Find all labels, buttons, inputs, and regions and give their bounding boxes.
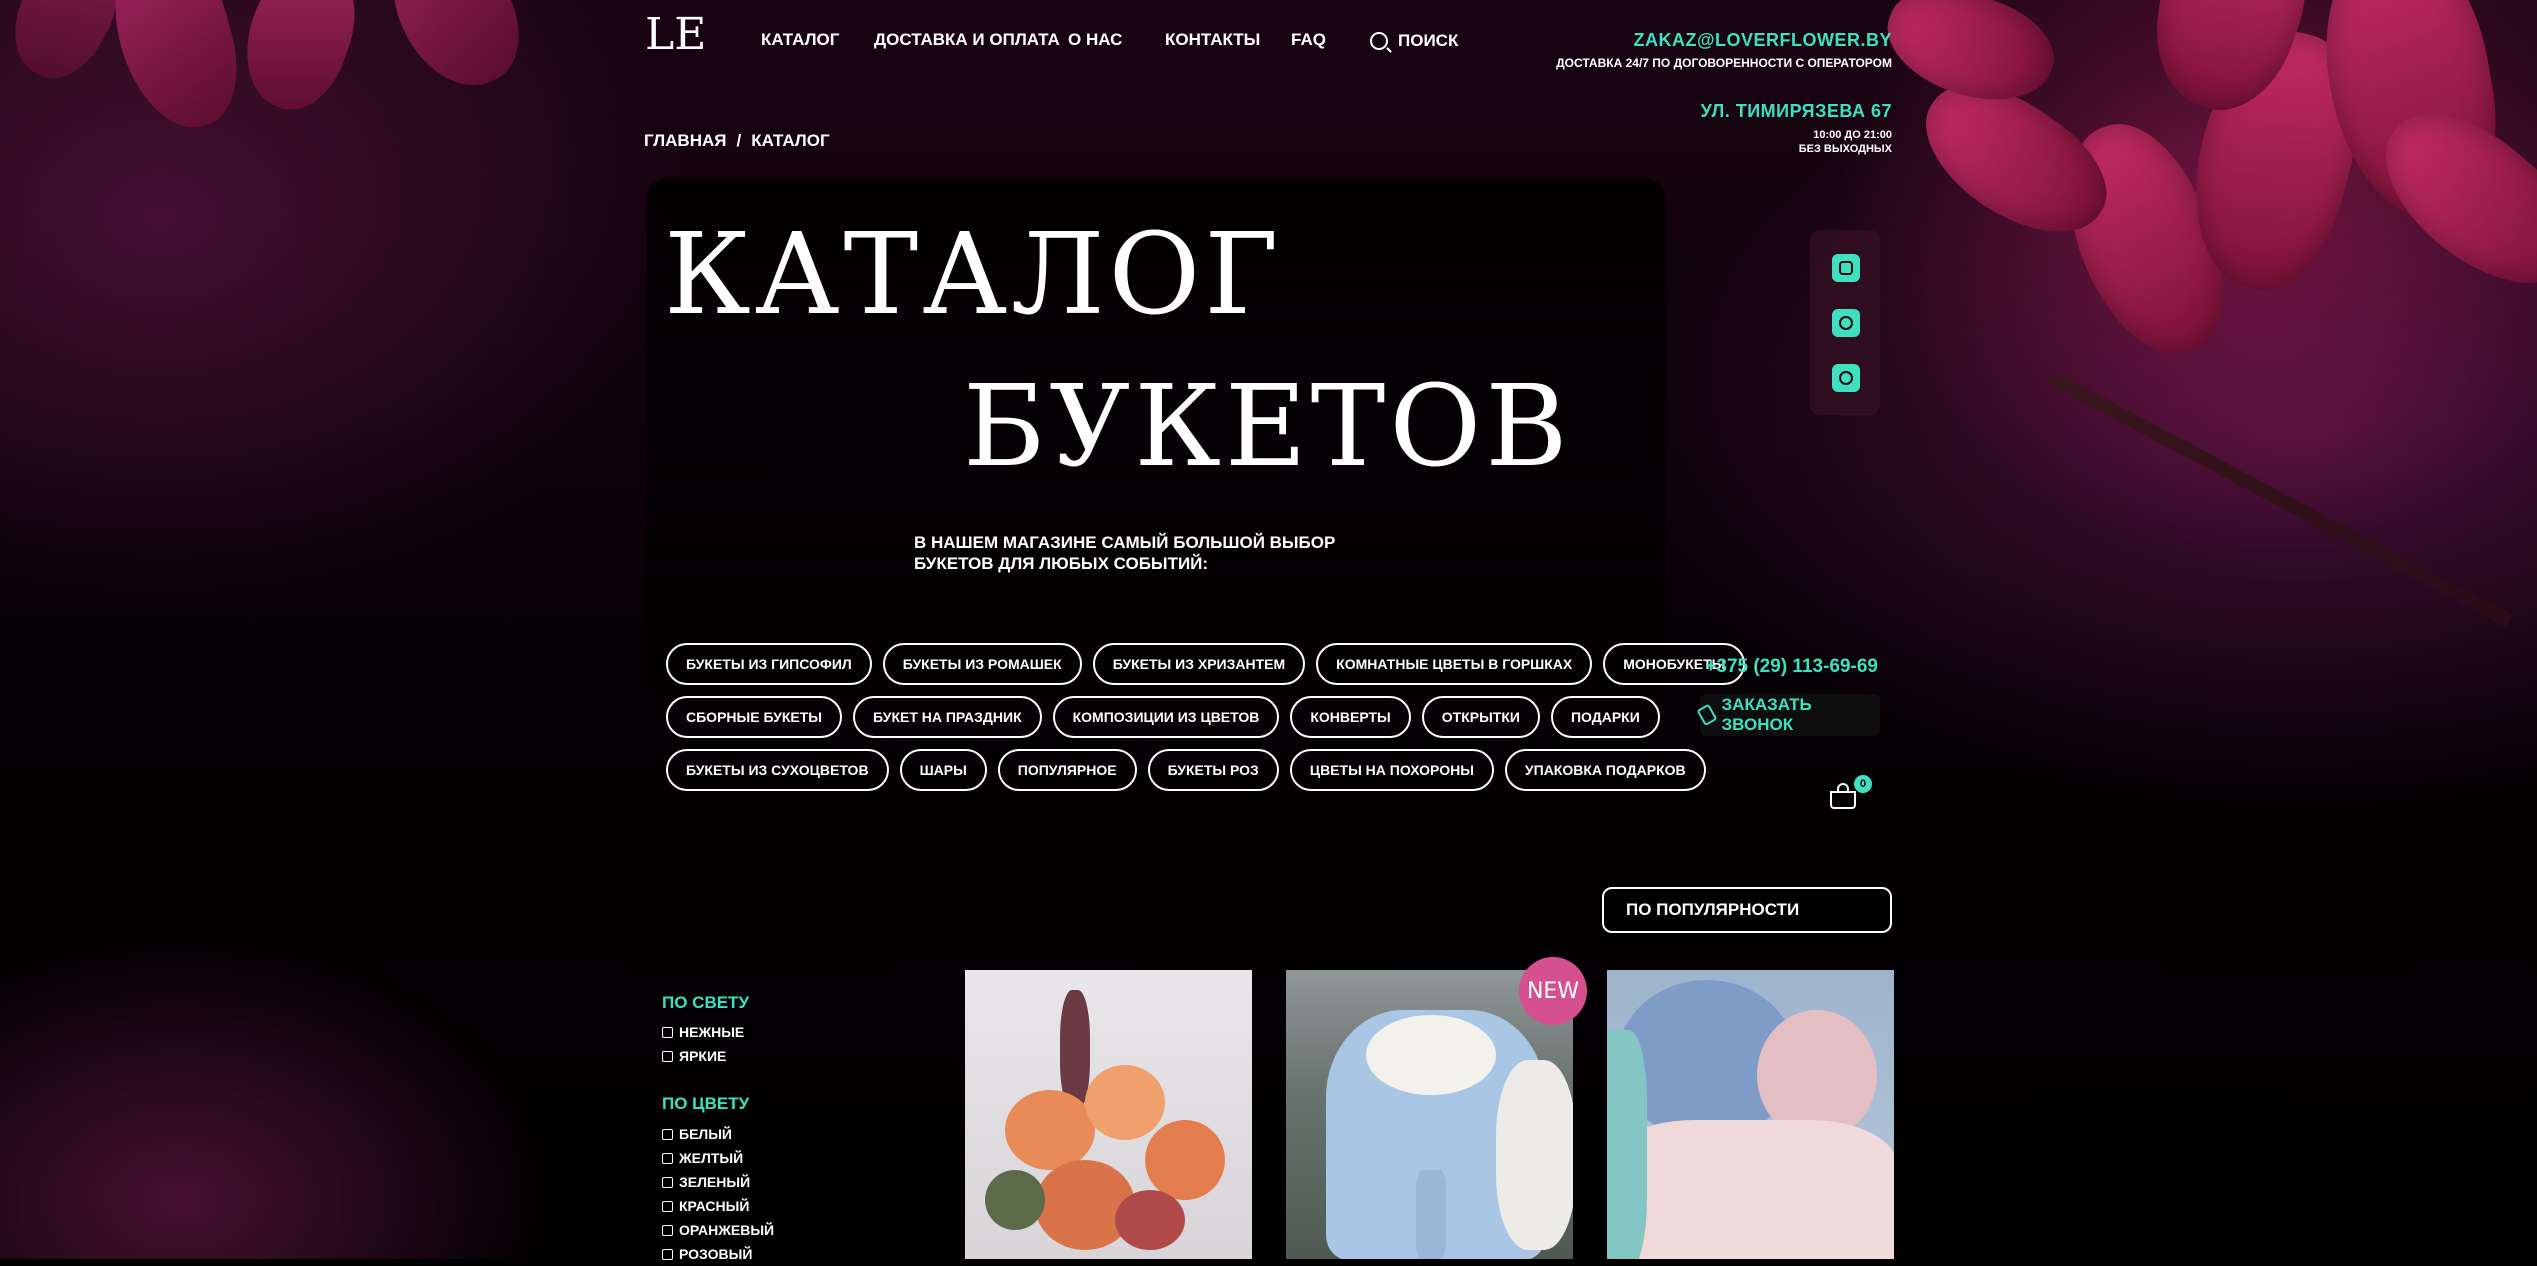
filter-option[interactable]: ОРАНЖЕВЫЙ [662, 1218, 774, 1242]
whatsapp-icon[interactable] [1832, 309, 1860, 337]
store-address: УЛ. ТИМИРЯЗЕВА 67 [1700, 101, 1892, 121]
filter-option-label: ОРАНЖЕВЫЙ [679, 1222, 775, 1238]
callback-label: ЗАКАЗАТЬ ЗВОНОК [1721, 695, 1812, 734]
checkbox[interactable] [662, 1176, 673, 1188]
nav-item-catalog[interactable]: КАТАЛОГ [761, 30, 839, 50]
filter-option[interactable]: ЗЕЛЕНЫЙ [662, 1170, 774, 1194]
category-chip[interactable]: ОТКРЫТКИ [1421, 696, 1540, 738]
site-logo[interactable]: LE [645, 10, 706, 60]
category-chip[interactable]: КОНВЕРТЫ [1290, 696, 1411, 738]
filter-option[interactable]: КРАСНЫЙ [662, 1194, 774, 1218]
filter-option[interactable]: ЖЕЛТЫЙ [662, 1146, 774, 1170]
checkbox[interactable] [662, 1248, 673, 1260]
viber-icon[interactable] [1832, 364, 1860, 392]
filter-option-label: ЖЕЛТЫЙ [679, 1150, 744, 1166]
checkbox[interactable] [662, 1152, 673, 1164]
product-card-image[interactable] [1607, 970, 1894, 1259]
search-icon [1370, 32, 1388, 50]
category-chip[interactable]: БУКЕТЫ ИЗ СУХОЦВЕТОВ [666, 749, 889, 791]
cart-count-badge: 0 [1854, 775, 1872, 793]
filter-title-color: ПО ЦВЕТУ [662, 1094, 750, 1113]
category-chip[interactable]: ПОДАРКИ [1550, 696, 1660, 738]
filter-list-light: НЕЖНЫЕ ЯРКИЕ [662, 1020, 744, 1068]
hero-lead-text: В НАШЕМ МАГАЗИНЕ САМЫЙ БОЛЬШОЙ ВЫБОР БУК… [914, 533, 1336, 573]
nav-item-delivery[interactable]: ДОСТАВКА И ОПЛАТА [874, 30, 1060, 50]
filter-list-color: БЕЛЫЙ ЖЕЛТЫЙ ЗЕЛЕНЫЙ КРАСНЫЙ ОРАНЖЕВЫЙ Р… [662, 1122, 774, 1266]
product-card-image[interactable] [965, 970, 1252, 1259]
nav-item-faq[interactable]: FAQ [1291, 30, 1326, 50]
checkbox[interactable] [662, 1200, 673, 1212]
category-chip[interactable]: СБОРНЫЕ БУКЕТЫ [666, 696, 843, 738]
category-chip[interactable]: КОМПОЗИЦИИ ИЗ ЦВЕТОВ [1052, 696, 1280, 738]
filter-option-label: РОЗОВЫЙ [679, 1246, 753, 1262]
filter-option-label: БЕЛЫЙ [679, 1126, 732, 1142]
new-badge: NEW [1519, 957, 1587, 1025]
social-links [1810, 230, 1880, 415]
callback-button[interactable]: ЗАКАЗАТЬ ЗВОНОК [1696, 694, 1880, 736]
nav-item-about[interactable]: О НАС [1068, 30, 1122, 50]
filter-option[interactable]: ЯРКИЕ [662, 1044, 744, 1068]
category-chip[interactable]: УПАКОВКА ПОДАРКОВ [1504, 749, 1706, 791]
page-title-line-2: БУКЕТОВ [963, 362, 1572, 492]
filter-option[interactable]: БЕЛЫЙ [662, 1122, 774, 1146]
checkbox[interactable] [662, 1026, 673, 1038]
category-chip[interactable]: ШАРЫ [899, 749, 987, 791]
nav-item-contacts[interactable]: КОНТАКТЫ [1165, 30, 1260, 50]
breadcrumb-home[interactable]: ГЛАВНАЯ [644, 131, 726, 151]
category-chip[interactable]: БУКЕТ НА ПРАЗДНИК [853, 696, 1042, 738]
filter-option-label: КРАСНЫЙ [679, 1198, 750, 1214]
checkbox[interactable] [662, 1224, 673, 1236]
checkbox[interactable] [662, 1128, 673, 1140]
category-chip[interactable]: БУКЕТЫ ИЗ ХРИЗАНТЕМ [1092, 643, 1306, 685]
filter-option-label: ЗЕЛЕНЫЙ [679, 1174, 751, 1190]
sort-select[interactable]: ПО ПОПУЛЯРНОСТИ [1602, 887, 1892, 933]
filter-option-label: ЯРКИЕ [679, 1048, 727, 1064]
filter-title-light: ПО СВЕТУ [662, 993, 750, 1012]
phone-icon [1696, 703, 1718, 727]
working-hours: 10:00 ДО 21:00 БЕЗ ВЫХОДНЫХ [1799, 128, 1892, 156]
category-chip[interactable]: БУКЕТЫ ИЗ РОМАШЕК [882, 643, 1082, 685]
breadcrumb-separator: / [736, 131, 742, 150]
category-chip[interactable]: БУКЕТЫ РОЗ [1147, 749, 1279, 791]
search-label: ПОИСК [1398, 31, 1459, 50]
category-chip[interactable]: ЦВЕТЫ НА ПОХОРОНЫ [1289, 749, 1494, 791]
phone-number[interactable]: +375 (29) 113-69-69 [1705, 656, 1878, 678]
category-chips: БУКЕТЫ ИЗ ГИПСОФИЛ БУКЕТЫ ИЗ РОМАШЕК БУК… [666, 643, 1746, 802]
search-button[interactable]: ПОИСК [1370, 31, 1458, 51]
filter-option[interactable]: НЕЖНЫЕ [662, 1020, 744, 1044]
hours-line-2: БЕЗ ВЫХОДНЫХ [1798, 143, 1892, 155]
page-title-line-1: КАТАЛОГ [664, 210, 1283, 340]
breadcrumb-current: КАТАЛОГ [751, 131, 830, 150]
category-chip[interactable]: БУКЕТЫ ИЗ ГИПСОФИЛ [666, 643, 872, 685]
delivery-note: ДОСТАВКА 24/7 ПО ДОГОВОРЕННОСТИ С ОПЕРАТ… [1556, 56, 1892, 70]
category-chip[interactable]: КОМНАТНЫЕ ЦВЕТЫ В ГОРШКАХ [1316, 643, 1593, 685]
filter-option[interactable]: РОЗОВЫЙ [662, 1242, 774, 1266]
checkbox[interactable] [662, 1050, 673, 1062]
category-chip[interactable]: ПОПУЛЯРНОЕ [997, 749, 1137, 791]
filter-option-label: НЕЖНЫЕ [679, 1024, 745, 1040]
hours-line-1: 10:00 ДО 21:00 [1813, 129, 1892, 141]
breadcrumb: ГЛАВНАЯ / КАТАЛОГ [644, 131, 830, 151]
instagram-icon[interactable] [1832, 254, 1860, 282]
contact-email[interactable]: ZAKAZ@LOVERFLOWER.BY [1633, 30, 1892, 51]
